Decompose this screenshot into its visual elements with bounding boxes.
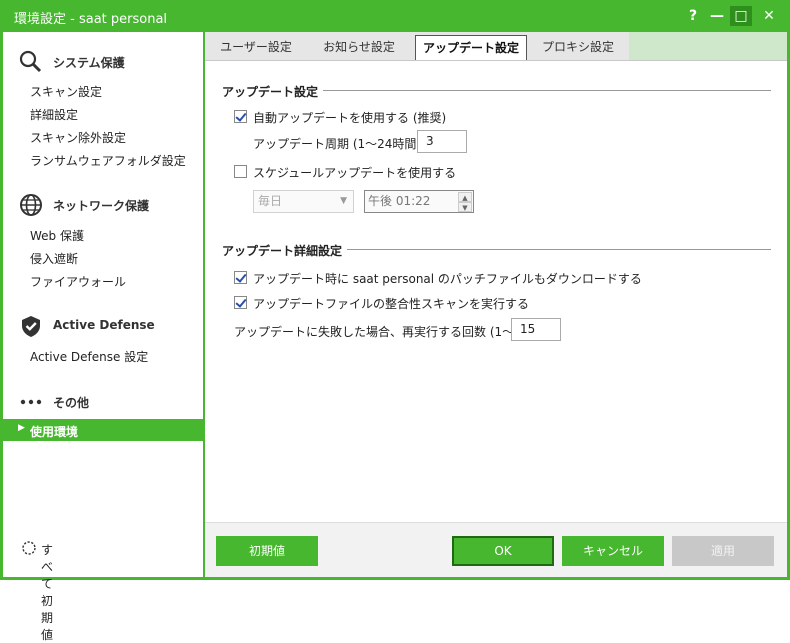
sidebar-item-intrusion[interactable]: 侵入遮断: [30, 250, 78, 267]
sidebar-section-network[interactable]: ネットワーク保護: [3, 189, 203, 219]
globe-icon: [20, 194, 42, 216]
schedule-time-spinner[interactable]: 午後 01:22 ▲ ▼: [364, 190, 474, 213]
sidebar-item-firewall[interactable]: ファイアウォール: [30, 273, 126, 290]
search-icon: [19, 50, 42, 73]
shield-icon: [22, 316, 40, 337]
tab-user-settings[interactable]: ユーザー設定: [210, 35, 302, 60]
schedule-update-label: スケジュールアップデートを使用する: [253, 166, 457, 180]
title-bar[interactable]: 環境設定 - saat personal ? — □ ✕: [0, 0, 790, 32]
caret-right-icon: ▶: [18, 423, 25, 433]
sidebar-item-scan[interactable]: スキャン設定: [30, 83, 102, 100]
auto-update-label: 自動アップデートを使用する (推奨): [253, 111, 447, 125]
retry-count-input[interactable]: 15: [511, 318, 561, 341]
group-divider: [347, 249, 771, 250]
schedule-time-value: 午後 01:22: [368, 194, 431, 208]
sidebar-section-label: システム保護: [53, 56, 125, 70]
default-button[interactable]: 初期値: [216, 536, 318, 566]
schedule-update-checkbox[interactable]: [234, 165, 247, 178]
schedule-frequency-select[interactable]: 毎日 ▼: [253, 190, 354, 213]
patch-download-label: アップデート時に saat personal のパッチファイルもダウンロードする: [253, 272, 642, 286]
schedule-frequency-value: 毎日: [258, 194, 283, 208]
sidebar-section-other[interactable]: その他: [3, 386, 203, 416]
auto-update-checkbox[interactable]: [234, 110, 247, 123]
chevron-down-icon: ▼: [340, 196, 347, 206]
sidebar-item-web-protection[interactable]: Web 保護: [30, 227, 84, 244]
group-divider: [323, 90, 771, 91]
update-cycle-label: アップデート周期 (1〜24時間):: [253, 137, 426, 151]
integrity-scan-checkbox[interactable]: [234, 296, 247, 309]
maximize-icon[interactable]: □: [730, 6, 752, 26]
update-cycle-input[interactable]: 3: [417, 130, 467, 153]
sidebar-section-label: Active Defense: [53, 318, 155, 332]
sidebar: システム保護 スキャン設定 詳細設定 スキャン除外設定 ランサムウェアフォルダ設…: [3, 32, 203, 642]
tab-notification-settings[interactable]: お知らせ設定: [310, 35, 408, 60]
sidebar-item-advanced[interactable]: 詳細設定: [30, 106, 78, 123]
cancel-button[interactable]: キャンセル: [562, 536, 664, 566]
retry-count-label: アップデートに失敗した場合、再実行する回数 (1〜99):: [234, 325, 539, 339]
minimize-icon[interactable]: —: [706, 6, 728, 26]
spin-down-icon[interactable]: ▼: [458, 202, 472, 212]
sidebar-section-label: ネットワーク保護: [53, 199, 150, 213]
integrity-scan-label: アップデートファイルの整合性スキャンを実行する: [253, 297, 530, 311]
window-title: 環境設定 - saat personal: [14, 12, 168, 27]
close-icon[interactable]: ✕: [758, 6, 780, 26]
sidebar-item-active-defense[interactable]: Active Defense 設定: [30, 348, 148, 365]
group-title-update-advanced: アップデート詳細設定: [222, 244, 343, 258]
group-title-update: アップデート設定: [222, 85, 319, 99]
sidebar-item-environment[interactable]: ▶ 使用環境: [3, 419, 203, 441]
patch-download-checkbox[interactable]: [234, 271, 247, 284]
settings-window: 環境設定 - saat personal ? — □ ✕ システム保護 スキャン…: [0, 0, 790, 642]
sidebar-section-label: その他: [53, 396, 90, 410]
sidebar-section-defense[interactable]: Active Defense: [3, 310, 203, 340]
sidebar-item-scan-exclusion[interactable]: スキャン除外設定: [30, 129, 126, 146]
sidebar-item-label: 使用環境: [30, 425, 79, 439]
reset-all-label: すべて初期値: [41, 543, 54, 642]
tab-bar: ユーザー設定 お知らせ設定 アップデート設定 プロキシ設定: [205, 32, 787, 61]
apply-button[interactable]: 適用: [672, 536, 774, 566]
help-icon[interactable]: ?: [682, 6, 704, 26]
tab-update-settings[interactable]: アップデート設定: [415, 35, 527, 60]
main-panel: ユーザー設定 お知らせ設定 アップデート設定 プロキシ設定 アップデート設定 自…: [205, 32, 787, 577]
footer-bar: 初期値 OK キャンセル 適用: [205, 522, 787, 577]
sidebar-item-ransomware[interactable]: ランサムウェアフォルダ設定: [30, 152, 186, 169]
ok-button[interactable]: OK: [452, 536, 554, 566]
tab-proxy-settings[interactable]: プロキシ設定: [532, 35, 624, 60]
sidebar-section-system[interactable]: システム保護: [3, 46, 203, 76]
more-icon: [20, 399, 42, 405]
spin-up-icon[interactable]: ▲: [458, 192, 472, 202]
reset-icon: [22, 541, 36, 555]
tab-bar-fill: [629, 32, 787, 60]
